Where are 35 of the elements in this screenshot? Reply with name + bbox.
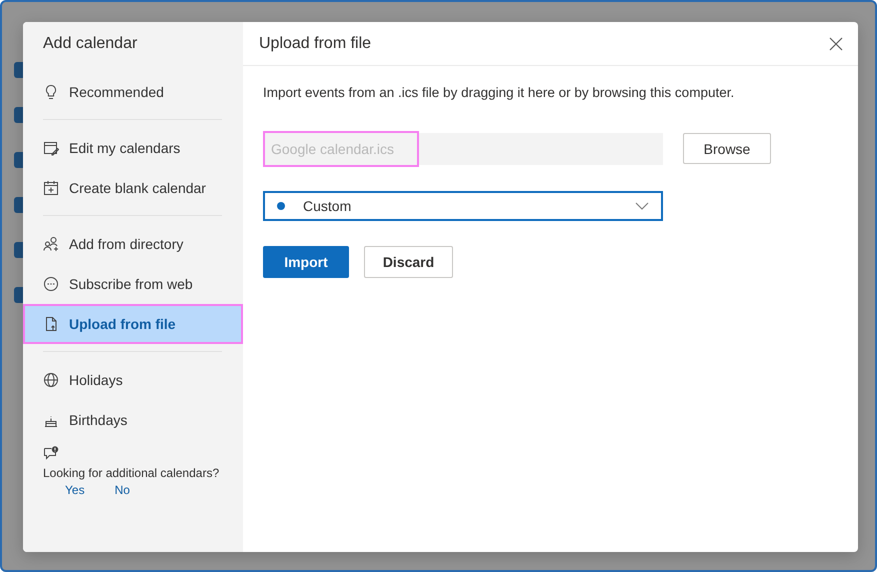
calendar-pencil-icon <box>43 140 59 156</box>
calendar-select[interactable]: Custom <box>263 191 663 221</box>
description: Import events from an .ics file by dragging it here or by browsing this computer. <box>263 84 736 102</box>
sidebar-item[interactable]: Birthdays <box>23 400 243 440</box>
sidebar-item[interactable]: Edit my calendars <box>23 128 243 168</box>
browse-button[interactable]: Browse <box>683 133 771 164</box>
file-field[interactable]: Google calendar.ics <box>263 133 663 165</box>
sidebar-item[interactable]: Recommended <box>23 72 243 112</box>
rail-icon[interactable] <box>14 152 23 168</box>
chevron-down-icon <box>635 202 649 210</box>
rail-icon[interactable] <box>14 107 23 123</box>
sidebar-item[interactable]: Holidays <box>23 360 243 400</box>
rail-icon[interactable] <box>14 287 23 303</box>
document-arrow-icon <box>43 316 59 332</box>
sidebar-item[interactable]: Add from directory <box>23 224 243 264</box>
close-button[interactable] <box>829 36 843 50</box>
sidebar-item[interactable]: Subscribe from web <box>23 264 243 304</box>
globe-icon <box>43 372 59 388</box>
feedback-question: Looking for additional calendars? <box>43 465 220 482</box>
sidebar-item[interactable]: Create blank calendar <box>23 168 243 208</box>
feedback-link[interactable]: Yes <box>65 482 85 499</box>
circle-dots-icon <box>43 276 59 292</box>
people-icon <box>43 236 59 252</box>
rail-icon[interactable] <box>14 197 23 213</box>
import-button[interactable]: Import <box>263 246 349 278</box>
rail-icon[interactable] <box>14 62 23 78</box>
bulb-icon <box>43 84 59 100</box>
discard-button[interactable]: Discard <box>364 246 453 278</box>
sidebar-item[interactable]: Upload from file <box>23 304 243 344</box>
rail-icon[interactable] <box>14 242 23 258</box>
feedback-icon <box>43 446 59 460</box>
feedback-link[interactable]: No <box>114 482 130 499</box>
dialog-title: Upload from file <box>259 34 372 52</box>
calendar-plus-icon <box>43 180 59 196</box>
sidebar-title: Add calendar <box>42 34 138 54</box>
